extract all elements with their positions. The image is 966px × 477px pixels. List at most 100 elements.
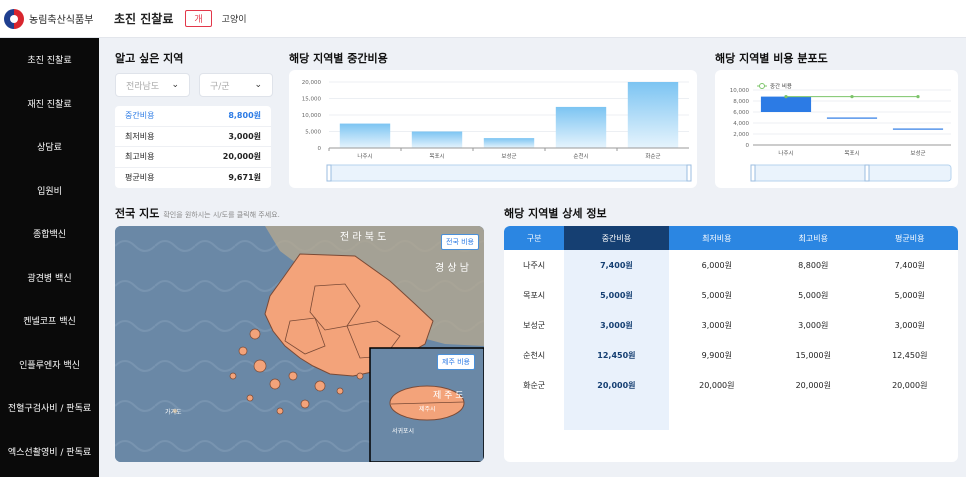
province-select[interactable]: 전라남도 ⌄ bbox=[115, 73, 190, 97]
column-header[interactable]: 최저비용 bbox=[668, 226, 766, 250]
sidebar-item-followup-exam[interactable]: 재진 진찰료 bbox=[0, 82, 99, 126]
y-tick-label: 2,000 bbox=[733, 132, 749, 138]
stat-max: 최고비용 20,000원 bbox=[115, 147, 271, 168]
range-bar bbox=[760, 96, 812, 112]
sidebar-item-xray[interactable]: 엑스선촬영비 / 판독료 bbox=[0, 430, 99, 474]
table-cell: 화순군 bbox=[523, 380, 546, 390]
sidebar-item-cbc-test[interactable]: 전혈구검사비 / 판독료 bbox=[0, 386, 99, 430]
jeju-cost-button[interactable]: 제주 비용 bbox=[437, 354, 475, 370]
bar-chart-svg: 20,000 15,000 10,000 5,000 0 나주시 목포시 보성군 순천시 화순군 bbox=[302, 80, 692, 182]
y-tick-label: 15,000 bbox=[302, 97, 322, 103]
x-tick-label: 보성군 bbox=[910, 149, 925, 157]
bar bbox=[339, 123, 391, 148]
scatter-chart-title: 해당 지역별 비용 분포도 bbox=[715, 52, 828, 65]
chevron-down-icon: ⌄ bbox=[254, 80, 262, 90]
island bbox=[276, 407, 284, 415]
table-cell: 12,450원 bbox=[564, 340, 669, 370]
province-select-value: 전라남도 bbox=[126, 81, 160, 92]
sidebar-item-consultation[interactable]: 상담료 bbox=[0, 125, 99, 169]
sidebar-item-initial-exam[interactable]: 초진 진찰료 bbox=[0, 38, 99, 82]
range-bar bbox=[892, 128, 944, 130]
bar bbox=[483, 138, 535, 148]
table-cell: 9,900원 bbox=[701, 350, 732, 360]
map-label-seogwipo: 서귀포시 bbox=[392, 427, 414, 435]
x-tick-label: 나주시 bbox=[778, 149, 793, 157]
stat-label: 중간비용 bbox=[125, 111, 155, 121]
table-cell: 7,400원 bbox=[564, 250, 669, 280]
map-label-gageodo: 가거도 bbox=[165, 408, 182, 416]
map-subtitle: 확인을 원하시는 시/도를 클릭해 주세요. bbox=[163, 211, 280, 219]
island bbox=[336, 387, 344, 395]
district-select[interactable]: 구/군 ⌄ bbox=[199, 73, 273, 97]
sidebar-item-rabies-vaccine[interactable]: 광견병 백신 bbox=[0, 256, 99, 300]
sidebar-item-influenza-vaccine[interactable]: 인플루엔자 백신 bbox=[0, 343, 99, 387]
zoom-handle bbox=[750, 164, 756, 182]
map-svg: 전 라 북 도 경 상 남 가거도 제 주 도 제주시 서귀포시 bbox=[115, 226, 484, 462]
korea-map[interactable]: 전 라 북 도 경 상 남 가거도 제 주 도 제주시 서귀포시 전국 비용 제… bbox=[115, 226, 484, 462]
x-tick-label: 나주시 bbox=[357, 152, 372, 160]
zoom-handle bbox=[326, 164, 332, 182]
median-bar-chart: 20,000 15,000 10,000 5,000 0 나주시 목포시 보성군 순천시 화순군 bbox=[289, 70, 697, 188]
island bbox=[356, 372, 364, 380]
map-label-jeju-si: 제주시 bbox=[419, 405, 436, 413]
tab-dog[interactable]: 개 bbox=[185, 10, 212, 27]
median-point bbox=[850, 95, 854, 99]
tab-cat[interactable]: 고양이 bbox=[222, 12, 247, 25]
median-point bbox=[784, 95, 788, 99]
table-row: 목포시 5,000원 5,000원 5,000원 5,000원 bbox=[504, 280, 958, 310]
table-row: 보성군 3,000원 3,000원 3,000원 3,000원 bbox=[504, 310, 958, 340]
table-cell: 보성군 bbox=[523, 320, 546, 330]
taegeuk-logo-icon bbox=[4, 8, 24, 29]
legend-marker bbox=[759, 83, 765, 89]
detail-title: 해당 지역별 상세 정보 bbox=[504, 207, 607, 220]
sidebar-item-kennel-cough-vaccine[interactable]: 켄넬코프 백신 bbox=[0, 299, 99, 343]
y-tick-label: 8,000 bbox=[733, 99, 749, 105]
column-header[interactable]: 중간비용 bbox=[564, 226, 669, 250]
region-title: 알고 싶은 지역 bbox=[115, 52, 184, 65]
legend-label: 중간 비용 bbox=[770, 82, 792, 90]
column-header[interactable]: 최고비용 bbox=[765, 226, 862, 250]
table-cell: 순천시 bbox=[523, 350, 546, 360]
table-row-empty bbox=[504, 400, 958, 430]
sidebar-item-combo-vaccine[interactable]: 종합백신 bbox=[0, 212, 99, 256]
island bbox=[314, 380, 326, 392]
island bbox=[249, 328, 261, 340]
map-label-jeolla: 전 라 북 도 bbox=[340, 231, 386, 243]
stat-min: 최저비용 3,000원 bbox=[115, 127, 271, 147]
column-header[interactable]: 평균비용 bbox=[861, 226, 958, 250]
island bbox=[269, 378, 281, 390]
table-cell: 3,000원 bbox=[564, 310, 669, 340]
page-title: 초진 진찰료 bbox=[114, 12, 174, 26]
x-tick-label: 화순군 bbox=[645, 153, 660, 160]
zoom-slider bbox=[326, 164, 692, 182]
table-cell: 3,000원 bbox=[894, 320, 925, 330]
x-tick-label: 보성군 bbox=[501, 152, 516, 160]
map-label-gyeongsang: 경 상 남 bbox=[435, 261, 469, 274]
stat-value: 3,000원 bbox=[228, 131, 261, 141]
table-row: 나주시 7,400원 6,000원 8,800원 7,400원 bbox=[504, 250, 958, 280]
bar bbox=[627, 82, 679, 148]
x-tick-label: 순천시 bbox=[573, 152, 588, 160]
sidebar-item-hospitalization[interactable]: 입원비 bbox=[0, 169, 99, 213]
national-cost-button[interactable]: 전국 비용 bbox=[441, 234, 479, 250]
logo[interactable]: 농림축산식품부 bbox=[0, 8, 110, 29]
table-cell: 20,000원 bbox=[564, 370, 669, 400]
region-cost-summary: 중간비용 8,800원 최저비용 3,000원 최고비용 20,000원 평균비용 9,… bbox=[115, 106, 271, 188]
stat-label: 평균비용 bbox=[125, 173, 155, 183]
table-cell: 5,000원 bbox=[798, 290, 829, 300]
bar bbox=[555, 106, 607, 148]
table-cell: 3,000원 bbox=[701, 320, 732, 330]
y-tick-label: 10,000 bbox=[302, 113, 322, 119]
table-cell: 20,000원 bbox=[699, 380, 735, 390]
island bbox=[300, 399, 310, 409]
island bbox=[288, 371, 298, 381]
table-cell: 7,400원 bbox=[894, 260, 925, 270]
district-select-value: 구/군 bbox=[210, 81, 230, 92]
map-title-text: 전국 지도 bbox=[115, 207, 160, 220]
island bbox=[253, 359, 267, 373]
top-bar: 농림축산식품부 초진 진찰료 개 고양이 bbox=[0, 0, 966, 38]
y-tick-label: 0 bbox=[746, 143, 750, 149]
bar bbox=[411, 131, 463, 148]
y-tick-label: 4,000 bbox=[733, 121, 749, 127]
sidebar: 초진 진찰료 재진 진찰료 상담료 입원비 종합백신 광견병 백신 켄넬코프 백… bbox=[0, 38, 99, 477]
